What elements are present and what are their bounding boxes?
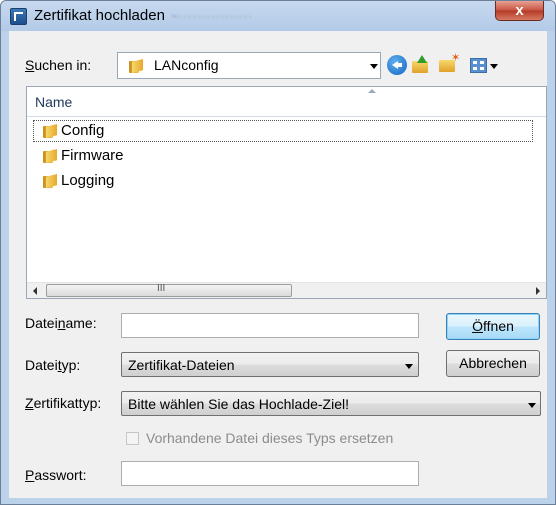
scroll-right-icon[interactable] <box>536 287 540 295</box>
open-button[interactable]: Öffnen <box>446 313 540 340</box>
new-folder-icon[interactable] <box>439 51 460 75</box>
chevron-down-icon[interactable] <box>370 64 378 69</box>
up-folder-icon[interactable] <box>412 55 432 75</box>
folder-icon <box>43 124 57 138</box>
password-input[interactable] <box>121 461 419 486</box>
list-item[interactable]: Logging <box>33 170 533 192</box>
scrollbar-thumb[interactable]: III <box>46 283 292 297</box>
folder-icon <box>43 174 57 188</box>
column-header-name[interactable]: Name <box>27 87 546 117</box>
scroll-grip: III <box>157 283 166 294</box>
list-item-label: Config <box>61 122 105 139</box>
window-title-device: ~················ <box>171 11 254 22</box>
window-title: Zertifikat hochladen <box>34 7 165 24</box>
close-button[interactable]: x <box>495 1 544 21</box>
lookin-label: Suchen in: <box>25 57 92 73</box>
view-menu-chevron-icon[interactable] <box>490 64 498 69</box>
file-list[interactable]: Name Config Firmware Logging III <box>26 86 547 299</box>
filename-label: Dateiname: <box>25 315 97 331</box>
back-icon[interactable] <box>387 55 407 75</box>
view-menu-icon[interactable] <box>470 58 487 73</box>
certtype-value: Bitte wählen Sie das Hochlade-Ziel! <box>128 396 350 412</box>
replace-checkbox[interactable] <box>126 432 139 445</box>
password-label: Passwort: <box>25 467 87 483</box>
upload-certificate-dialog: Zertifikat hochladen ~················ x… <box>0 0 556 505</box>
filetype-value: Zertifikat-Dateien <box>128 357 235 373</box>
lookin-combobox[interactable]: LANconfig <box>117 52 381 79</box>
certtype-select[interactable]: Bitte wählen Sie das Hochlade-Ziel! <box>121 391 541 416</box>
sort-arrow-icon <box>368 89 376 93</box>
filetype-label: Dateityp: <box>25 357 81 373</box>
list-item[interactable]: Config <box>33 120 533 142</box>
horizontal-scrollbar[interactable]: III <box>27 282 546 298</box>
dialog-body: Suchen in: LANconfig Name Config Firmwar… <box>9 31 547 498</box>
list-item[interactable]: Firmware <box>33 145 533 167</box>
column-header-label: Name <box>35 94 73 110</box>
chevron-down-icon[interactable] <box>528 403 536 408</box>
filename-input[interactable] <box>121 313 419 338</box>
folder-icon <box>43 149 57 163</box>
app-icon <box>10 8 27 25</box>
scroll-left-icon[interactable] <box>33 287 37 295</box>
replace-checkbox-label: Vorhandene Datei dieses Typs ersetzen <box>146 430 394 446</box>
cancel-button[interactable]: Abbrechen <box>446 350 540 377</box>
certtype-label: Zertifikattyp: <box>25 395 102 411</box>
list-item-label: Firmware <box>61 147 124 164</box>
chevron-down-icon[interactable] <box>405 364 413 369</box>
filetype-select[interactable]: Zertifikat-Dateien <box>121 352 419 377</box>
title-bar[interactable]: Zertifikat hochladen ~················ x <box>1 1 555 31</box>
lookin-value: LANconfig <box>154 57 219 73</box>
folder-icon <box>129 59 143 73</box>
list-item-label: Logging <box>61 172 115 189</box>
